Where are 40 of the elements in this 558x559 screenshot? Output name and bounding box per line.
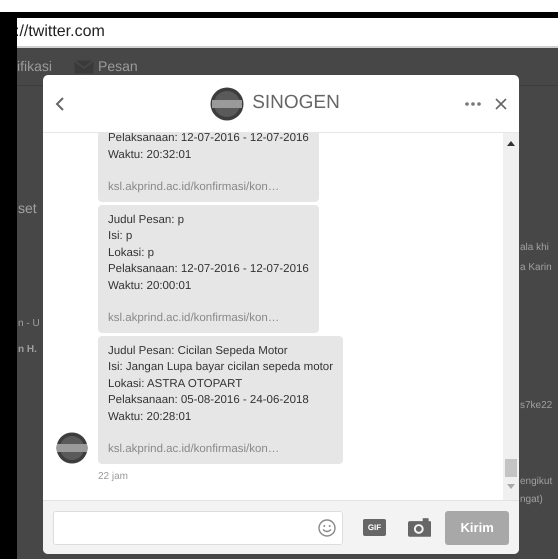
gif-button[interactable]: GIF xyxy=(363,519,386,536)
envelope-icon xyxy=(74,60,94,74)
sender-avatar-icon xyxy=(56,432,88,464)
message-line: Judul Pesan: p xyxy=(108,212,186,228)
background-text: ngat) xyxy=(520,493,543,507)
message-line: Waktu: 20:32:01 xyxy=(108,148,192,162)
scrollbar-thumb[interactable] xyxy=(505,459,517,477)
message-line: Waktu: 20:28:01 xyxy=(108,410,192,424)
nav-link[interactable]: ifikasi xyxy=(17,56,52,77)
background-text: ala khi xyxy=(520,241,549,255)
background-text: n - U xyxy=(18,317,40,331)
camera-icon[interactable] xyxy=(408,518,432,537)
nav-link[interactable]: Pesan xyxy=(98,56,138,77)
message-input-field[interactable] xyxy=(53,510,344,544)
message-line: Lokasi: ASTRA OTOPART xyxy=(108,376,244,392)
background-text: engikut xyxy=(520,475,552,489)
avatar-logo-icon xyxy=(210,86,244,120)
message-link[interactable]: ksl.akprind.ac.id/konfirmasi/kon… xyxy=(108,179,309,196)
message-line: Lokasi: p xyxy=(108,246,156,260)
background-text: n H. xyxy=(18,343,37,357)
more-icon[interactable] xyxy=(465,102,481,106)
message-time: 22 jam xyxy=(98,470,130,484)
scroll-up-icon[interactable] xyxy=(507,141,515,146)
message-line: Pelaksanaan: 05-08-2016 - 24-06-2018 xyxy=(108,393,310,408)
emoji-icon[interactable] xyxy=(318,518,336,536)
message-line: Isi: Jangan Lupa bayar cicilan sepeda motor xyxy=(108,360,334,375)
message-line: Isi: p xyxy=(108,229,134,244)
background-text: a Karin xyxy=(520,261,552,275)
close-icon[interactable] xyxy=(495,98,507,110)
message-link[interactable]: ksl.akprind.ac.id/konfirmasi/kon… xyxy=(108,310,309,326)
background-text: set xyxy=(18,199,37,218)
message-line: Judul Pesan: Cicilan Sepeda Motor xyxy=(108,344,289,358)
background-text: s7ke22 xyxy=(520,399,552,413)
message-line: Pelaksanaan: 12-07-2016 - 12-07-2016 xyxy=(108,262,309,277)
scrollbar[interactable] xyxy=(503,133,519,500)
dialog-title: SINOGEN xyxy=(252,91,340,116)
message-link[interactable]: ksl.akprind.ac.id/konfirmasi/kon… xyxy=(108,441,334,458)
message-line: Waktu: 20:00:01 xyxy=(108,278,192,294)
message-line: Pelaksanaan: 12-07-2016 - 12-07-2016 xyxy=(108,133,309,146)
back-icon[interactable] xyxy=(55,96,65,110)
